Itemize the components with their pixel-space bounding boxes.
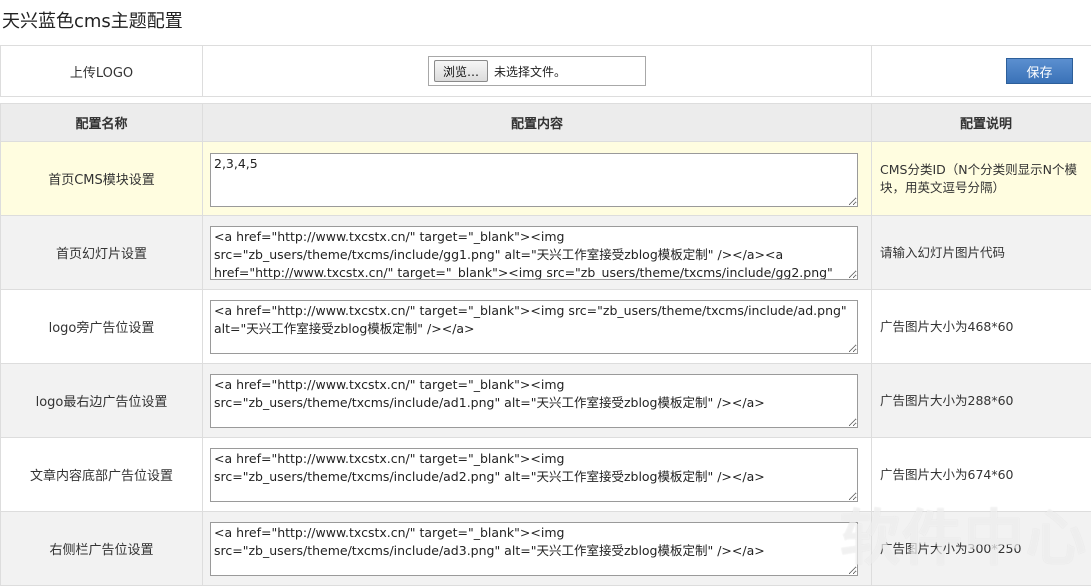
config-table: 配置名称 配置内容 配置说明 首页CMS模块设置 2,3,4,5 CMS分类ID…	[0, 103, 1091, 586]
logo-upload-table: 上传LOGO 浏览… 未选择文件。 保存	[0, 45, 1091, 97]
config-row-cms-modules: 首页CMS模块设置 2,3,4,5 CMS分类ID（N个分类则显示N个模块，用英…	[1, 142, 1091, 216]
cms-modules-input[interactable]: 2,3,4,5	[210, 153, 858, 207]
header-config-content: 配置内容	[203, 104, 872, 142]
browse-button[interactable]: 浏览…	[434, 60, 488, 82]
header-config-desc: 配置说明	[872, 104, 1091, 142]
logo-side-ad-input[interactable]: <a href="http://www.txcstx.cn/" target="…	[210, 300, 858, 354]
save-cell: 保存	[872, 46, 1091, 97]
article-bottom-ad-input[interactable]: <a href="http://www.txcstx.cn/" target="…	[210, 448, 858, 502]
config-row-logo-side-ad: logo旁广告位设置 <a href="http://www.txcstx.cn…	[1, 290, 1091, 364]
config-table-header: 配置名称 配置内容 配置说明	[1, 104, 1091, 142]
config-row-sidebar-ad: 右侧栏广告位设置 <a href="http://www.txcstx.cn/"…	[1, 512, 1091, 586]
header-config-name: 配置名称	[1, 104, 203, 142]
file-input[interactable]: 浏览… 未选择文件。	[428, 56, 646, 86]
row-content-cell: <a href="http://www.txcstx.cn/" target="…	[203, 438, 872, 512]
config-row-logo-right-ad: logo最右边广告位设置 <a href="http://www.txcstx.…	[1, 364, 1091, 438]
row-desc: 广告图片大小为288*60	[872, 364, 1091, 438]
page-title: 天兴蓝色cms主题配置	[2, 7, 183, 33]
row-name: 右侧栏广告位设置	[1, 512, 203, 586]
row-desc: 广告图片大小为674*60	[872, 438, 1091, 512]
logo-right-ad-input[interactable]: <a href="http://www.txcstx.cn/" target="…	[210, 374, 858, 428]
row-name: 首页CMS模块设置	[1, 142, 203, 216]
save-button[interactable]: 保存	[1006, 58, 1073, 84]
logo-upload-row: 上传LOGO 浏览… 未选择文件。 保存	[1, 46, 1091, 97]
row-desc: 广告图片大小为468*60	[872, 290, 1091, 364]
row-content-cell: 2,3,4,5	[203, 142, 872, 216]
row-content-cell: <a href="http://www.txcstx.cn/" target="…	[203, 512, 872, 586]
slideshow-input[interactable]: <a href="http://www.txcstx.cn/" target="…	[210, 226, 858, 280]
row-name: logo旁广告位设置	[1, 290, 203, 364]
row-name: logo最右边广告位设置	[1, 364, 203, 438]
row-content-cell: <a href="http://www.txcstx.cn/" target="…	[203, 290, 872, 364]
upload-file-cell: 浏览… 未选择文件。	[203, 46, 872, 97]
row-desc: 广告图片大小为300*250	[872, 512, 1091, 586]
row-content-cell: <a href="http://www.txcstx.cn/" target="…	[203, 216, 872, 290]
row-name: 文章内容底部广告位设置	[1, 438, 203, 512]
row-desc: CMS分类ID（N个分类则显示N个模块，用英文逗号分隔）	[872, 142, 1091, 216]
sidebar-ad-input[interactable]: <a href="http://www.txcstx.cn/" target="…	[210, 522, 858, 576]
config-row-slideshow: 首页幻灯片设置 <a href="http://www.txcstx.cn/" …	[1, 216, 1091, 290]
upload-logo-label: 上传LOGO	[1, 46, 203, 97]
row-desc: 请输入幻灯片图片代码	[872, 216, 1091, 290]
config-row-article-bottom-ad: 文章内容底部广告位设置 <a href="http://www.txcstx.c…	[1, 438, 1091, 512]
row-name: 首页幻灯片设置	[1, 216, 203, 290]
file-status-text: 未选择文件。	[494, 63, 566, 80]
row-content-cell: <a href="http://www.txcstx.cn/" target="…	[203, 364, 872, 438]
